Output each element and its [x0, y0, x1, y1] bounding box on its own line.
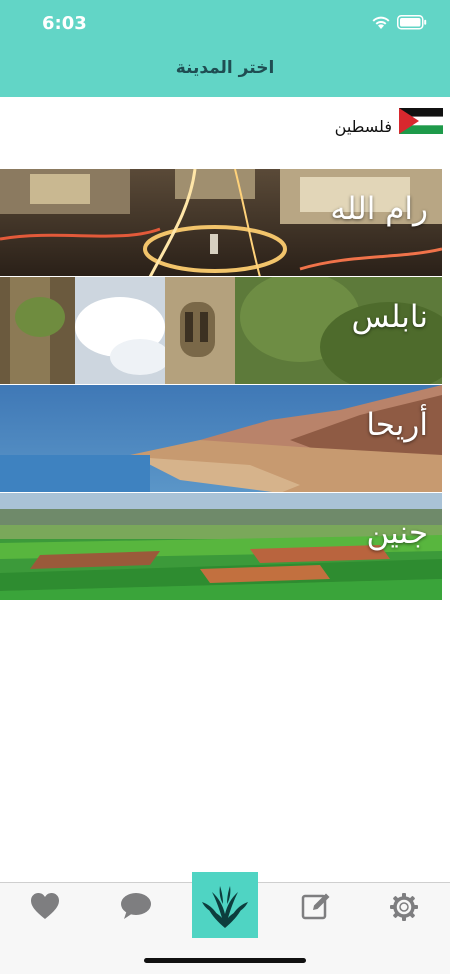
tab-favorites[interactable] — [15, 883, 75, 933]
city-card-nablus[interactable]: نابلس — [0, 277, 442, 385]
status-time: 6:03 — [42, 13, 87, 34]
gear-icon — [390, 893, 418, 921]
plant-logo-icon — [202, 886, 248, 928]
city-name-nablus: نابلس — [351, 299, 429, 335]
city-list: رام الله نابلس أريحا جنين — [0, 169, 442, 601]
city-card-ramallah[interactable]: رام الله — [0, 169, 442, 277]
status-bar: 6:03 — [0, 0, 450, 48]
app-header: 6:03 اختر المدينة — [0, 0, 450, 97]
tab-home[interactable] — [192, 872, 258, 938]
city-name-ramallah: رام الله — [330, 191, 428, 227]
palestine-flag-icon — [399, 108, 443, 134]
battery-icon — [397, 15, 427, 30]
chat-bubble-icon — [121, 893, 151, 919]
country-label: فلسطين — [334, 117, 392, 136]
city-name-jericho: أريحا — [366, 407, 428, 443]
city-name-jenin: جنين — [366, 515, 428, 551]
edit-icon — [301, 893, 330, 920]
city-card-jericho[interactable]: أريحا — [0, 385, 442, 493]
heart-icon — [31, 893, 59, 919]
city-card-jenin[interactable]: جنين — [0, 493, 442, 601]
page-title: اختر المدينة — [175, 58, 275, 78]
wifi-icon — [372, 16, 390, 29]
home-indicator[interactable] — [144, 958, 306, 963]
tab-settings[interactable] — [374, 883, 434, 933]
tab-edit[interactable] — [286, 883, 346, 933]
tab-messages[interactable] — [105, 883, 165, 933]
